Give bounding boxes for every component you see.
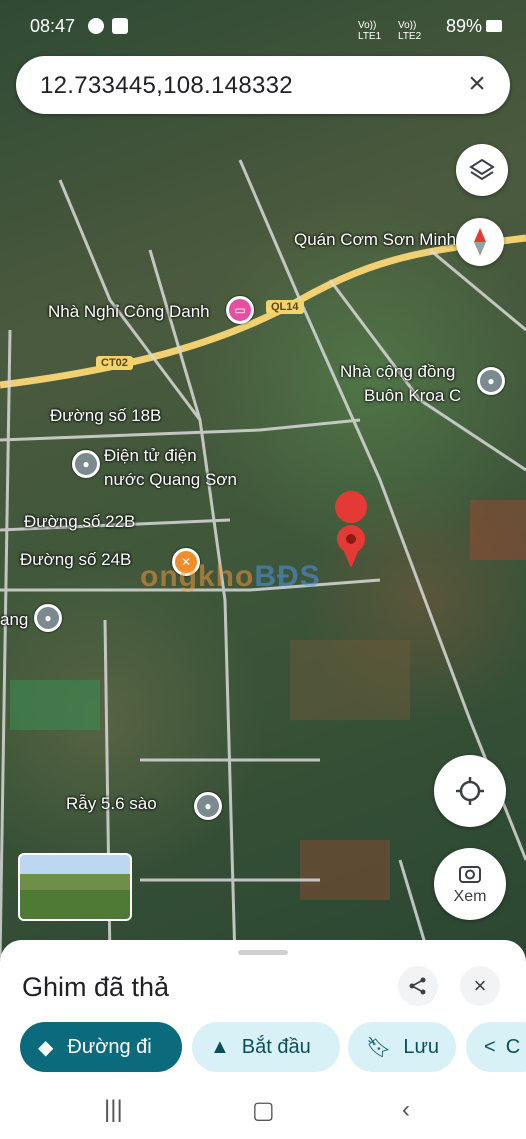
home-icon[interactable]: ▢ [252, 1096, 275, 1125]
status-bar: 08:47 Vo)) LTE1 Vo)) LTE2 89% [0, 0, 526, 50]
close-icon: × [473, 973, 487, 998]
my-location-button[interactable] [434, 755, 506, 827]
system-nav-bar: ||| ▢ ‹ [0, 1080, 526, 1139]
sheet-title: Ghim đã thả [22, 972, 170, 1002]
start-label: Bắt đầu [241, 1035, 311, 1058]
search-query[interactable]: 12.733445,108.148332 [40, 72, 293, 100]
search-bar[interactable]: 12.733445,108.148332 × [16, 56, 510, 114]
recent-apps-icon[interactable]: ||| [104, 1096, 123, 1124]
place-quan-com[interactable]: Quán Cơm Sơn Minh [294, 230, 456, 250]
save-label: Lưu [403, 1035, 440, 1058]
sheet-handle[interactable] [238, 950, 288, 955]
directions-button[interactable]: ◆ Đường đi [20, 1022, 182, 1072]
status-time: 08:47 [30, 16, 76, 36]
share-button[interactable] [398, 966, 438, 1006]
share-icon: < [484, 1035, 496, 1058]
back-icon[interactable]: ‹ [402, 1096, 410, 1124]
street-view-thumbnail[interactable] [18, 853, 132, 921]
navigation-arrow-icon: ▲ [210, 1035, 230, 1058]
notification-icon [112, 18, 128, 34]
crosshair-icon [456, 777, 484, 805]
place-nha-cong-dong[interactable]: Nhà cộng đồng [340, 362, 455, 382]
layers-icon [469, 158, 495, 181]
watermark: ongkhoBĐS [140, 560, 321, 593]
street-18b: Đường số 18B [50, 406, 162, 425]
place-pin-icon[interactable]: ● [477, 367, 505, 395]
place-pin-icon[interactable]: ● [72, 450, 100, 478]
place-ang[interactable]: ang [0, 610, 28, 630]
place-buon-kroa[interactable]: Buôn Kroa C [364, 386, 461, 406]
xem-label: Xem [453, 888, 487, 905]
street-24b: Đường số 24B [20, 550, 132, 569]
share-chip-label: C [505, 1035, 521, 1058]
sim2-signal: Vo)) LTE2 [398, 20, 422, 42]
compass-icon [474, 228, 486, 256]
road-tag-ct02: CT02 [96, 356, 133, 370]
place-pin-icon[interactable]: ● [194, 792, 222, 820]
place-nha-nghi[interactable]: Nhà Nghỉ Công Danh [48, 302, 210, 322]
save-button[interactable]: 🔖︎ Lưu [348, 1022, 456, 1072]
bottom-sheet[interactable]: Ghim đã thả × ◆ Đường đi ▲ Bắt đầu 🔖︎ Lư… [0, 940, 526, 1080]
place-dien-tu-2[interactable]: nước Quang Sơn [104, 470, 237, 490]
sim1-signal: Vo)) LTE1 [358, 20, 382, 42]
share-chip-button[interactable]: < C [466, 1022, 526, 1072]
place-ray[interactable]: Rẫy 5.6 sào [66, 794, 157, 814]
bookmark-icon: 🔖︎ [366, 1036, 392, 1059]
layers-button[interactable] [456, 144, 508, 196]
start-button[interactable]: ▲ Bắt đầu [192, 1022, 340, 1072]
place-pin-icon[interactable]: ● [34, 604, 62, 632]
battery-icon [486, 20, 502, 32]
street-22b: Đường số 22B [24, 512, 136, 531]
directions-icon: ◆ [38, 1036, 54, 1059]
close-sheet-button[interactable]: × [460, 966, 500, 1006]
share-icon [409, 977, 426, 995]
facebook-icon [88, 18, 104, 34]
close-icon[interactable]: × [462, 69, 492, 100]
directions-label: Đường đi [67, 1035, 152, 1058]
place-dien-tu[interactable]: Điện tử điện [104, 446, 197, 466]
street-view-button[interactable]: Xem [434, 848, 506, 920]
battery-level: 89% [445, 16, 482, 36]
camera-icon [459, 866, 481, 883]
road-tag-ql14: QL14 [266, 300, 304, 314]
hotel-icon[interactable]: ▭ [226, 296, 254, 324]
compass-button[interactable] [456, 218, 504, 266]
